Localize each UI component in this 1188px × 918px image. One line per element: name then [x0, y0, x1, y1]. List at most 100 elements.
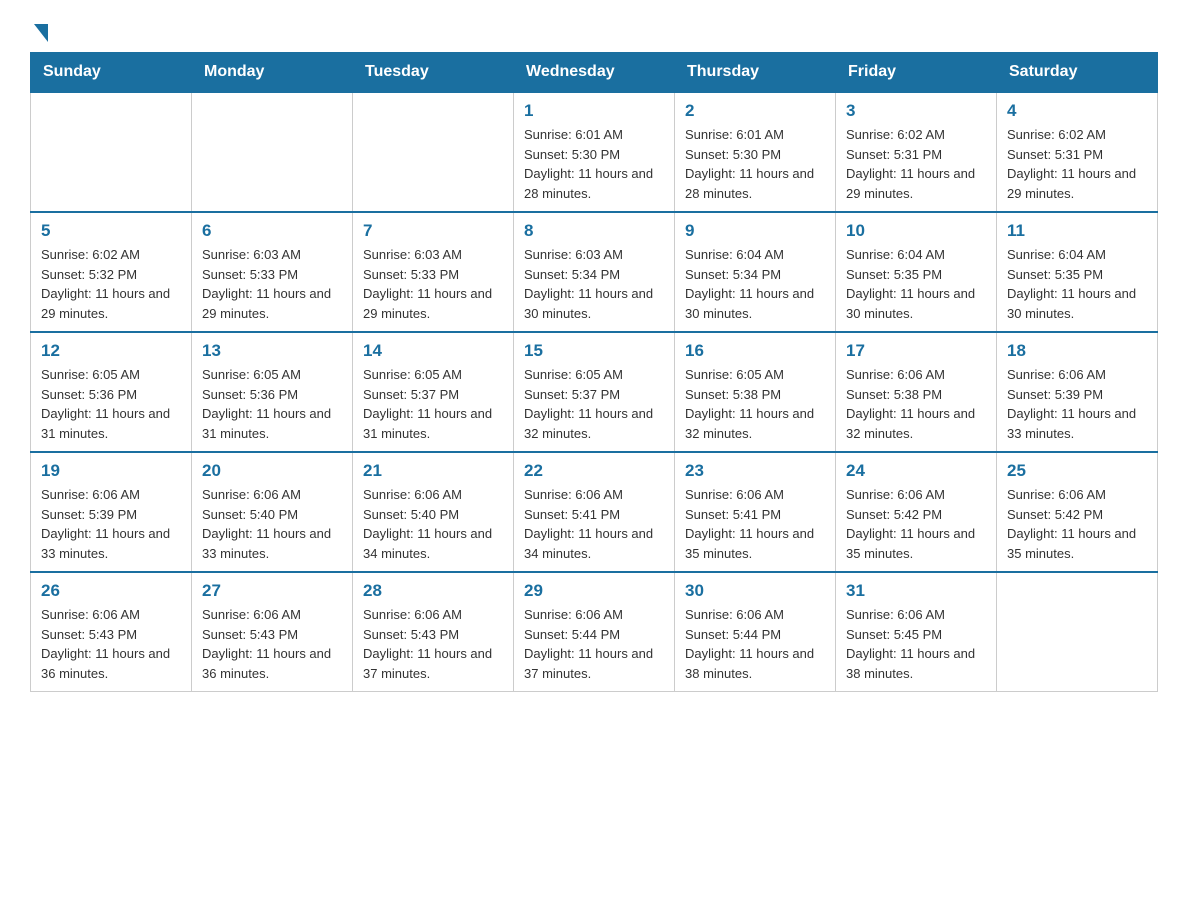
- day-number: 19: [41, 461, 181, 481]
- day-info: Sunrise: 6:05 AM Sunset: 5:36 PM Dayligh…: [41, 365, 181, 443]
- weekday-header-friday: Friday: [836, 53, 997, 93]
- day-info: Sunrise: 6:06 AM Sunset: 5:39 PM Dayligh…: [41, 485, 181, 563]
- day-number: 15: [524, 341, 664, 361]
- day-info: Sunrise: 6:04 AM Sunset: 5:35 PM Dayligh…: [846, 245, 986, 323]
- day-info: Sunrise: 6:06 AM Sunset: 5:40 PM Dayligh…: [363, 485, 503, 563]
- weekday-header-wednesday: Wednesday: [514, 53, 675, 93]
- day-number: 3: [846, 101, 986, 121]
- day-number: 10: [846, 221, 986, 241]
- calendar-cell: 10 Sunrise: 6:04 AM Sunset: 5:35 PM Dayli…: [836, 212, 997, 332]
- day-number: 18: [1007, 341, 1147, 361]
- calendar-cell: 16 Sunrise: 6:05 AM Sunset: 5:38 PM Dayli…: [675, 332, 836, 452]
- calendar-cell: 29 Sunrise: 6:06 AM Sunset: 5:44 PM Dayli…: [514, 572, 675, 692]
- day-number: 9: [685, 221, 825, 241]
- day-info: Sunrise: 6:04 AM Sunset: 5:34 PM Dayligh…: [685, 245, 825, 323]
- calendar-cell: [353, 92, 514, 212]
- day-info: Sunrise: 6:02 AM Sunset: 5:31 PM Dayligh…: [846, 125, 986, 203]
- calendar-cell: 17Sunrise: 6:06 AM Sunset: 5:38 PM Dayli…: [836, 332, 997, 452]
- calendar-cell: 15 Sunrise: 6:05 AM Sunset: 5:37 PM Dayli…: [514, 332, 675, 452]
- calendar-cell: 28Sunrise: 6:06 AM Sunset: 5:43 PM Dayli…: [353, 572, 514, 692]
- day-info: Sunrise: 6:01 AM Sunset: 5:30 PM Dayligh…: [524, 125, 664, 203]
- day-number: 31: [846, 581, 986, 601]
- day-number: 26: [41, 581, 181, 601]
- day-info: Sunrise: 6:05 AM Sunset: 5:37 PM Dayligh…: [363, 365, 503, 443]
- day-number: 20: [202, 461, 342, 481]
- calendar-cell: 2 Sunrise: 6:01 AM Sunset: 5:30 PM Daylig…: [675, 92, 836, 212]
- day-info: Sunrise: 6:06 AM Sunset: 5:44 PM Dayligh…: [524, 605, 664, 683]
- day-info: Sunrise: 6:06 AM Sunset: 5:43 PM Dayligh…: [202, 605, 342, 683]
- day-number: 8: [524, 221, 664, 241]
- day-number: 29: [524, 581, 664, 601]
- day-info: Sunrise: 6:06 AM Sunset: 5:42 PM Dayligh…: [846, 485, 986, 563]
- day-info: Sunrise: 6:06 AM Sunset: 5:45 PM Dayligh…: [846, 605, 986, 683]
- day-info: Sunrise: 6:04 AM Sunset: 5:35 PM Dayligh…: [1007, 245, 1147, 323]
- day-number: 27: [202, 581, 342, 601]
- day-number: 16: [685, 341, 825, 361]
- week-row-1: 1 Sunrise: 6:01 AM Sunset: 5:30 PM Daylig…: [31, 92, 1158, 212]
- day-number: 4: [1007, 101, 1147, 121]
- day-info: Sunrise: 6:03 AM Sunset: 5:33 PM Dayligh…: [363, 245, 503, 323]
- day-info: Sunrise: 6:06 AM Sunset: 5:39 PM Dayligh…: [1007, 365, 1147, 443]
- day-number: 30: [685, 581, 825, 601]
- calendar-cell: 3 Sunrise: 6:02 AM Sunset: 5:31 PM Daylig…: [836, 92, 997, 212]
- day-info: Sunrise: 6:03 AM Sunset: 5:33 PM Dayligh…: [202, 245, 342, 323]
- calendar-cell: 25 Sunrise: 6:06 AM Sunset: 5:42 PM Dayli…: [997, 452, 1158, 572]
- day-info: Sunrise: 6:06 AM Sunset: 5:43 PM Dayligh…: [41, 605, 181, 683]
- calendar-cell: 5 Sunrise: 6:02 AM Sunset: 5:32 PM Daylig…: [31, 212, 192, 332]
- day-info: Sunrise: 6:05 AM Sunset: 5:37 PM Dayligh…: [524, 365, 664, 443]
- day-number: 5: [41, 221, 181, 241]
- calendar-cell: 19 Sunrise: 6:06 AM Sunset: 5:39 PM Dayli…: [31, 452, 192, 572]
- day-info: Sunrise: 6:05 AM Sunset: 5:36 PM Dayligh…: [202, 365, 342, 443]
- calendar-cell: 4 Sunrise: 6:02 AM Sunset: 5:31 PM Daylig…: [997, 92, 1158, 212]
- calendar-cell: [192, 92, 353, 212]
- day-number: 25: [1007, 461, 1147, 481]
- calendar-table: SundayMondayTuesdayWednesdayThursdayFrid…: [30, 52, 1158, 692]
- day-info: Sunrise: 6:02 AM Sunset: 5:31 PM Dayligh…: [1007, 125, 1147, 203]
- calendar-cell: 26 Sunrise: 6:06 AM Sunset: 5:43 PM Dayli…: [31, 572, 192, 692]
- calendar-cell: 13Sunrise: 6:05 AM Sunset: 5:36 PM Dayli…: [192, 332, 353, 452]
- day-info: Sunrise: 6:05 AM Sunset: 5:38 PM Dayligh…: [685, 365, 825, 443]
- day-info: Sunrise: 6:02 AM Sunset: 5:32 PM Dayligh…: [41, 245, 181, 323]
- weekday-header-saturday: Saturday: [997, 53, 1158, 93]
- calendar-cell: 7 Sunrise: 6:03 AM Sunset: 5:33 PM Daylig…: [353, 212, 514, 332]
- day-info: Sunrise: 6:06 AM Sunset: 5:38 PM Dayligh…: [846, 365, 986, 443]
- calendar-cell: 30 Sunrise: 6:06 AM Sunset: 5:44 PM Dayli…: [675, 572, 836, 692]
- calendar-cell: 12 Sunrise: 6:05 AM Sunset: 5:36 PM Dayli…: [31, 332, 192, 452]
- weekday-header-monday: Monday: [192, 53, 353, 93]
- page-header: [30, 20, 1158, 42]
- week-row-5: 26 Sunrise: 6:06 AM Sunset: 5:43 PM Dayli…: [31, 572, 1158, 692]
- day-number: 12: [41, 341, 181, 361]
- calendar-cell: 6Sunrise: 6:03 AM Sunset: 5:33 PM Daylig…: [192, 212, 353, 332]
- day-number: 22: [524, 461, 664, 481]
- weekday-header-row: SundayMondayTuesdayWednesdayThursdayFrid…: [31, 53, 1158, 93]
- day-info: Sunrise: 6:06 AM Sunset: 5:44 PM Dayligh…: [685, 605, 825, 683]
- day-number: 7: [363, 221, 503, 241]
- calendar-cell: 14 Sunrise: 6:05 AM Sunset: 5:37 PM Dayli…: [353, 332, 514, 452]
- day-number: 1: [524, 101, 664, 121]
- calendar-cell: 20 Sunrise: 6:06 AM Sunset: 5:40 PM Dayli…: [192, 452, 353, 572]
- day-number: 2: [685, 101, 825, 121]
- day-info: Sunrise: 6:06 AM Sunset: 5:40 PM Dayligh…: [202, 485, 342, 563]
- calendar-cell: 24Sunrise: 6:06 AM Sunset: 5:42 PM Dayli…: [836, 452, 997, 572]
- day-info: Sunrise: 6:01 AM Sunset: 5:30 PM Dayligh…: [685, 125, 825, 203]
- day-info: Sunrise: 6:06 AM Sunset: 5:41 PM Dayligh…: [685, 485, 825, 563]
- calendar-cell: 8 Sunrise: 6:03 AM Sunset: 5:34 PM Daylig…: [514, 212, 675, 332]
- calendar-cell: 18 Sunrise: 6:06 AM Sunset: 5:39 PM Dayli…: [997, 332, 1158, 452]
- calendar-cell: 9 Sunrise: 6:04 AM Sunset: 5:34 PM Daylig…: [675, 212, 836, 332]
- calendar-cell: 11 Sunrise: 6:04 AM Sunset: 5:35 PM Dayli…: [997, 212, 1158, 332]
- day-number: 14: [363, 341, 503, 361]
- weekday-header-sunday: Sunday: [31, 53, 192, 93]
- day-number: 11: [1007, 221, 1147, 241]
- day-number: 23: [685, 461, 825, 481]
- day-number: 21: [363, 461, 503, 481]
- logo-arrow-icon: [34, 24, 48, 42]
- day-info: Sunrise: 6:03 AM Sunset: 5:34 PM Dayligh…: [524, 245, 664, 323]
- day-info: Sunrise: 6:06 AM Sunset: 5:41 PM Dayligh…: [524, 485, 664, 563]
- day-info: Sunrise: 6:06 AM Sunset: 5:43 PM Dayligh…: [363, 605, 503, 683]
- calendar-cell: [997, 572, 1158, 692]
- weekday-header-thursday: Thursday: [675, 53, 836, 93]
- calendar-cell: [31, 92, 192, 212]
- day-info: Sunrise: 6:06 AM Sunset: 5:42 PM Dayligh…: [1007, 485, 1147, 563]
- calendar-cell: 21 Sunrise: 6:06 AM Sunset: 5:40 PM Dayli…: [353, 452, 514, 572]
- weekday-header-tuesday: Tuesday: [353, 53, 514, 93]
